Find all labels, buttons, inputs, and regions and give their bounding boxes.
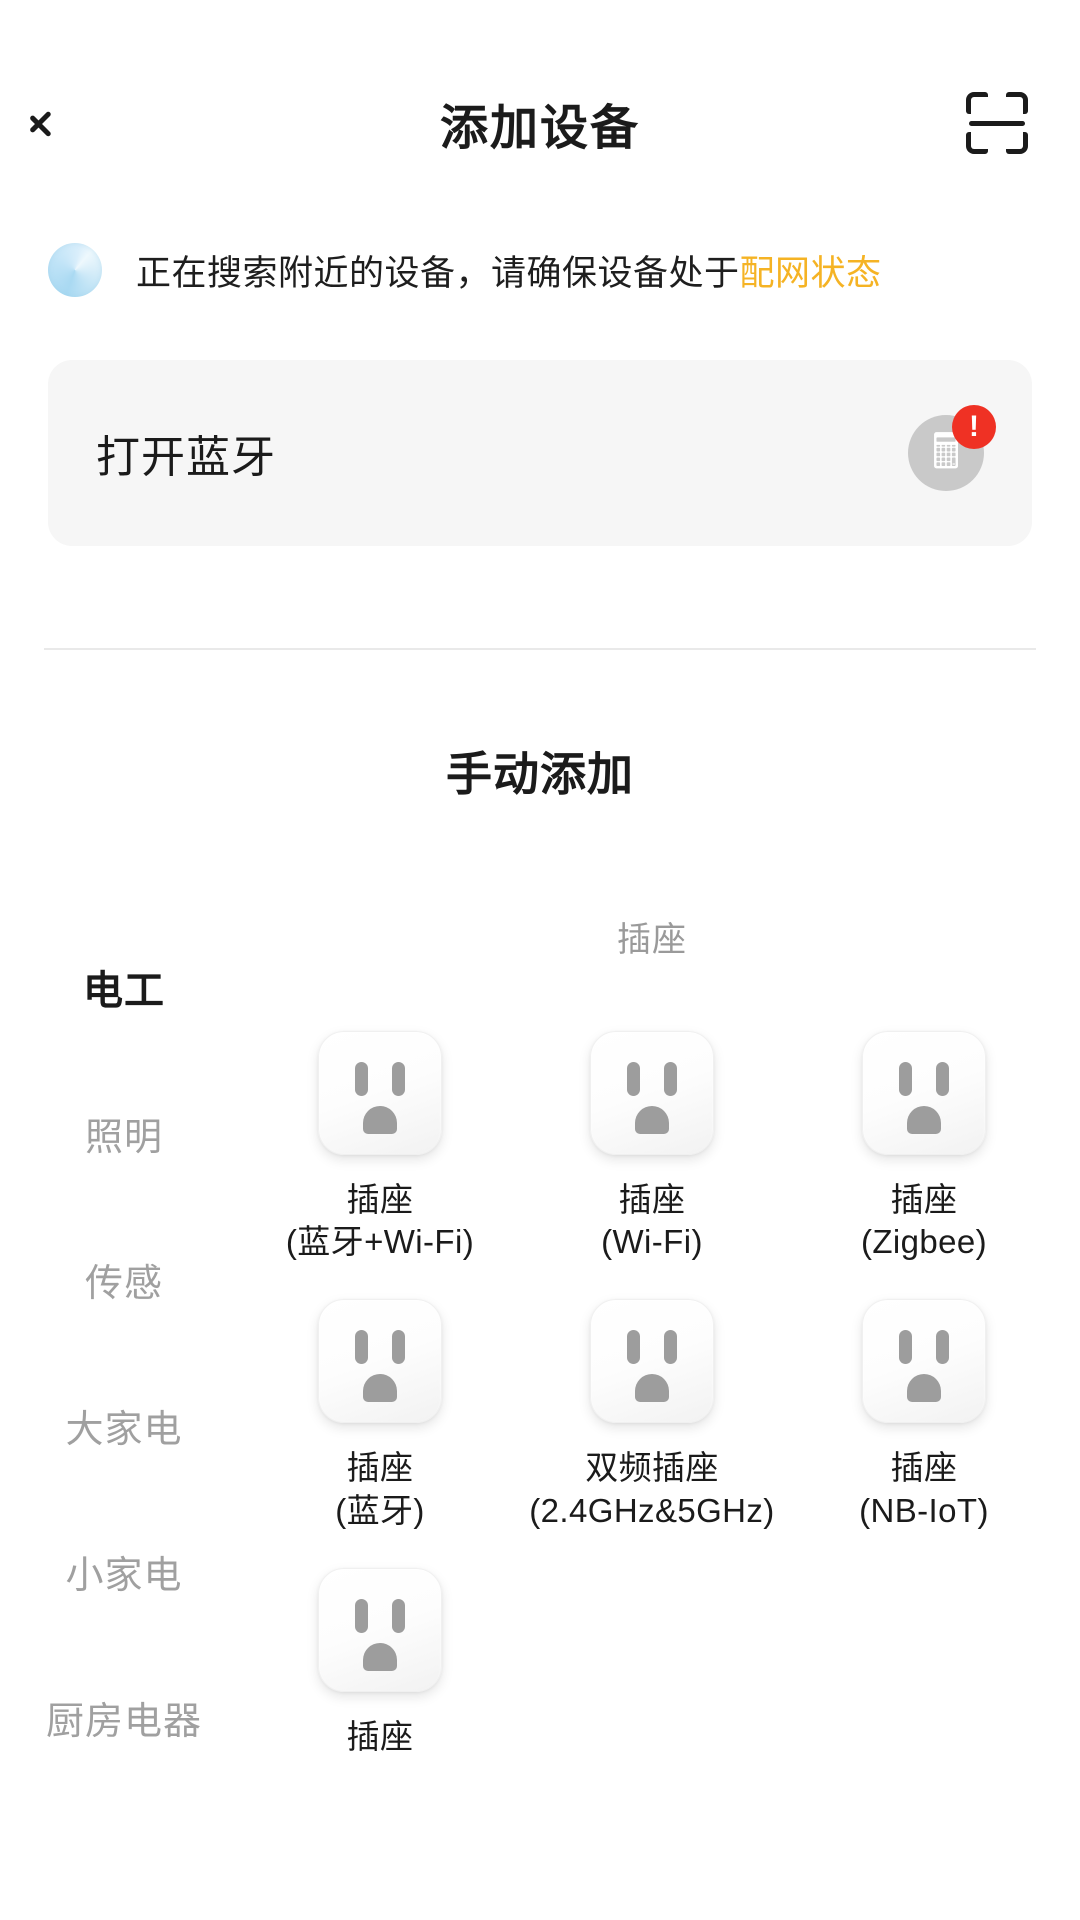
product-tile[interactable]: 插座 (Zigbee): [792, 1031, 1056, 1263]
product-variant: (蓝牙): [335, 1491, 425, 1529]
manual-add-heading: 手动添加: [446, 748, 634, 800]
category-sidebar: 电工 照明 传感 大家电 小家电 厨房电器: [0, 890, 248, 1920]
section-divider: [44, 648, 1036, 650]
product-name: 插座: [890, 1181, 958, 1218]
back-button[interactable]: [46, 83, 116, 163]
product-label: 插座 (蓝牙): [335, 1447, 425, 1531]
sidebar-item-lighting[interactable]: 照明: [0, 1060, 248, 1206]
sidebar-item-label: 传感: [84, 1262, 163, 1305]
power-socket-icon: [590, 1031, 714, 1155]
enable-bluetooth-label: 打开蓝牙: [96, 433, 276, 482]
product-tile[interactable]: 插座 (蓝牙): [248, 1299, 512, 1531]
product-name: 插座: [346, 1717, 414, 1755]
product-label: 插座 (NB-IoT): [859, 1447, 989, 1531]
sidebar-item-label: 小家电: [65, 1554, 183, 1597]
power-socket-icon: [318, 1567, 442, 1692]
warning-badge-icon: !: [952, 405, 996, 449]
power-socket-icon: [862, 1031, 986, 1155]
enable-bluetooth-card[interactable]: 打开蓝牙 🖩 !: [48, 360, 1032, 546]
power-socket-icon: [862, 1299, 986, 1424]
product-name: 双频插座: [585, 1449, 719, 1487]
product-section-label: 插座: [617, 921, 687, 959]
product-variant: (Wi-Fi): [601, 1223, 703, 1261]
product-variant: (蓝牙+Wi-Fi): [285, 1223, 475, 1261]
product-variant: (NB-IoT): [859, 1491, 989, 1529]
product-name: 插座: [618, 1181, 686, 1218]
scan-qr-button[interactable]: [960, 86, 1034, 160]
status-bar: [0, 0, 1080, 58]
product-label: 双频插座 (2.4GHz&5GHz): [529, 1447, 774, 1531]
sidebar-item-kitchen-appliance[interactable]: 厨房电器: [0, 1644, 248, 1790]
sidebar-item-label: 大家电: [65, 1408, 183, 1451]
add-device-screen: 添加设备 正在搜索附近的设备，请确保设备处于配网状态 打开蓝牙 🖩 ! 手动添加…: [0, 0, 1080, 1920]
product-variant: (2.4GHz&5GHz): [529, 1491, 775, 1529]
product-grid: 插座 (蓝牙+Wi-Fi) 插座 (Wi-Fi) 插座 (Zigbee) 插座 …: [248, 1031, 1056, 1758]
product-tile[interactable]: 插座 (蓝牙+Wi-Fi): [248, 1031, 512, 1263]
scan-qr-icon: [966, 92, 1028, 154]
product-tile[interactable]: 插座 (Wi-Fi): [520, 1031, 784, 1263]
search-status-text-plain: 正在搜索附近的设备，请确保设备处于: [136, 253, 740, 293]
product-label: 插座: [347, 1716, 414, 1758]
product-name: 插座: [346, 1181, 414, 1218]
power-socket-icon: [590, 1299, 714, 1424]
power-socket-icon: [318, 1031, 442, 1155]
search-status-text: 正在搜索附近的设备，请确保设备处于配网状态: [136, 245, 882, 296]
sidebar-item-electrician[interactable]: 电工: [0, 914, 248, 1060]
product-tile[interactable]: 双频插座 (2.4GHz&5GHz): [520, 1299, 784, 1531]
catalog-body: 电工 照明 传感 大家电 小家电 厨房电器 插座 插座 (蓝牙+Wi-Fi) 插…: [0, 890, 1080, 1920]
loading-spinner-icon: [48, 243, 102, 297]
product-label: 插座 (蓝牙+Wi-Fi): [286, 1179, 474, 1263]
product-label: 插座 (Zigbee): [861, 1179, 987, 1263]
sidebar-item-label: 照明: [84, 1116, 163, 1159]
bluetooth-status-indicator[interactable]: 🖩 !: [908, 405, 996, 491]
sidebar-item-small-appliance[interactable]: 小家电: [0, 1498, 248, 1644]
product-variant: (Zigbee): [860, 1223, 988, 1261]
product-tile[interactable]: 插座 (NB-IoT): [792, 1299, 1056, 1531]
app-header: 添加设备: [0, 58, 1080, 188]
search-status-row: 正在搜索附近的设备，请确保设备处于配网状态: [0, 240, 1080, 300]
sidebar-item-label: 电工: [83, 969, 165, 1013]
chevron-left-icon: [46, 99, 72, 147]
sidebar-item-sensor[interactable]: 传感: [0, 1206, 248, 1352]
sidebar-item-large-appliance[interactable]: 大家电: [0, 1352, 248, 1498]
product-name: 插座: [346, 1449, 414, 1487]
product-label: 插座 (Wi-Fi): [601, 1179, 703, 1263]
product-name: 插座: [890, 1449, 958, 1487]
power-socket-icon: [318, 1299, 442, 1424]
search-status-text-highlight: 配网状态: [739, 253, 882, 293]
sidebar-item-label: 厨房电器: [45, 1700, 202, 1743]
product-tile[interactable]: 插座: [248, 1567, 512, 1758]
page-title: 添加设备: [439, 102, 640, 155]
product-panel: 插座 插座 (蓝牙+Wi-Fi) 插座 (Wi-Fi) 插座 (Zigbee) …: [248, 890, 1080, 1920]
